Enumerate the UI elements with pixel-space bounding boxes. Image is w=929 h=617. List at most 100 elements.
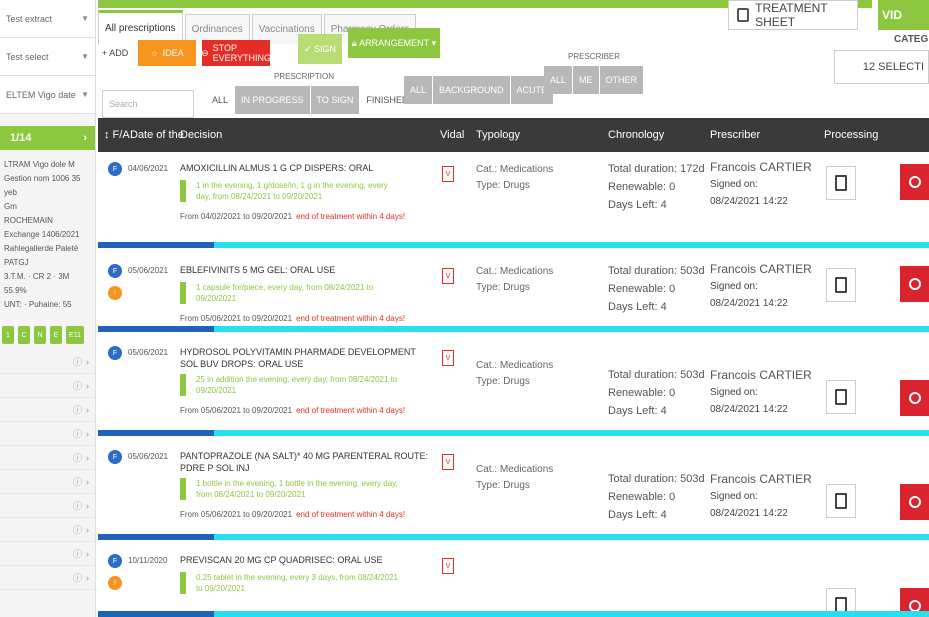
stop-prescription-button[interactable] [900, 484, 929, 520]
prescriber-filter-me[interactable]: ME [573, 66, 600, 94]
patient-info-line: PATGJ [4, 258, 29, 267]
view-document-button[interactable] [826, 380, 856, 414]
vidal-icon[interactable]: V [442, 166, 454, 182]
chevron-right-icon: › [86, 356, 89, 367]
drug-name[interactable]: HYDROSOL POLYVITAMIN PHARMADE DEVELOPMEN… [180, 346, 430, 370]
column-header-processing[interactable]: Processing [824, 129, 878, 141]
info-icon[interactable]: ⓘ [73, 523, 82, 536]
sidebar-select-2[interactable]: Test select ▼ [0, 38, 95, 76]
status-filter-all[interactable]: ALL [206, 86, 236, 114]
sidebar-list-row[interactable]: ⓘ › [0, 566, 95, 590]
search-input[interactable]: Search [102, 90, 194, 118]
sidebar-list-row[interactable]: ⓘ › [0, 518, 95, 542]
warning-icon: ! [108, 576, 122, 590]
info-icon[interactable]: ⓘ [73, 547, 82, 560]
sidebar-badge[interactable]: E [50, 326, 62, 344]
sidebar-list-row[interactable]: ⓘ › [0, 350, 95, 374]
info-icon[interactable]: ⓘ [73, 403, 82, 416]
vidal-icon[interactable]: V [442, 454, 454, 470]
chevron-down-icon: ▼ [81, 52, 89, 61]
vid-button[interactable]: VID [872, 0, 929, 30]
warning-icon: ! [108, 286, 122, 300]
sidebar-list-row[interactable]: ⓘ › [0, 494, 95, 518]
add-button[interactable]: + ADD [102, 40, 128, 66]
prescriber-filter-other[interactable]: OTHER [599, 66, 645, 94]
info-icon[interactable]: ⓘ [73, 427, 82, 440]
sidebar-badge[interactable]: N [34, 326, 46, 344]
chevron-right-icon: › [86, 380, 89, 391]
prescriber-name: Francois CARTIER [710, 160, 812, 174]
treatment-progress-bar [98, 326, 929, 332]
drug-name[interactable]: AMOXICILLIN ALMUS 1 G CP DISPERS: ORAL [180, 162, 430, 174]
table-row[interactable]: F ! 10/11/2020 PREVISCAN 20 MG CP QUADRI… [98, 544, 929, 617]
chevron-right-icon: › [86, 500, 89, 511]
prescriber-name: Francois CARTIER [710, 472, 812, 486]
sign-button[interactable]: ✓ SIGN [298, 34, 342, 64]
sidebar-list-row[interactable]: ⓘ › [0, 422, 95, 446]
table-row[interactable]: F 05/06/2021 PANTOPRAZOLE (NA SALT)* 40 … [98, 440, 929, 540]
column-header-vidal[interactable]: Vidal [440, 129, 464, 141]
info-icon[interactable]: ⓘ [73, 355, 82, 368]
type-filter-all[interactable]: ALL [404, 76, 434, 104]
tab-all-prescriptions[interactable]: All prescriptions [98, 10, 183, 44]
table-row[interactable]: F 04/06/2021 AMOXICILLIN ALMUS 1 G CP DI… [98, 152, 929, 248]
stop-everything-button[interactable]: ⊖ STOP EVERYTHING [201, 40, 271, 66]
vidal-icon[interactable]: V [442, 350, 454, 366]
table-row[interactable]: F ! 05/06/2021 EBLEFIVINITS 5 MG GEL: OR… [98, 254, 929, 332]
idea-button[interactable]: ☼ IDEA [138, 40, 196, 66]
info-icon[interactable]: ⓘ [73, 475, 82, 488]
stop-prescription-button[interactable] [900, 266, 929, 302]
table-row[interactable]: F 05/06/2021 HYDROSOL POLYVITAMIN PHARMA… [98, 336, 929, 436]
type-filter: ALL BACKGROUND ACUTE [404, 76, 555, 104]
stop-prescription-button[interactable] [900, 380, 929, 416]
stop-prescription-button[interactable] [900, 164, 929, 200]
status-filter-to-sign[interactable]: TO SIGN [310, 86, 361, 114]
chevron-down-icon: ▾ [431, 37, 437, 48]
drug-name[interactable]: PREVISCAN 20 MG CP QUADRISEC: ORAL USE [180, 554, 430, 566]
patient-counter[interactable]: 1/14 › [0, 126, 95, 150]
treatment-sheet-button[interactable]: TREATMENT SHEET [728, 0, 858, 30]
signed-date: 08/24/2021 14:22 [710, 298, 788, 309]
sidebar-badge[interactable]: E11 [66, 326, 84, 344]
view-document-button[interactable] [826, 484, 856, 518]
column-header-date[interactable]: Date of the [130, 129, 184, 141]
drug-name[interactable]: PANTOPRAZOLE (NA SALT)* 40 MG PARENTERAL… [180, 450, 430, 474]
sidebar-badge[interactable]: 1 [2, 326, 14, 344]
sidebar-list-row[interactable]: ⓘ › [0, 470, 95, 494]
column-header-typology[interactable]: Typology [476, 129, 520, 141]
status-filter-in-progress[interactable]: IN PROGRESS [235, 86, 311, 114]
sidebar-list-row[interactable]: ⓘ › [0, 398, 95, 422]
column-header-decision[interactable]: Decision [180, 129, 222, 141]
sidebar-list-row[interactable]: ⓘ › [0, 542, 95, 566]
vidal-icon[interactable]: V [442, 558, 454, 574]
lock-icon: 🔒︎ [351, 37, 357, 48]
info-icon[interactable]: ⓘ [73, 571, 82, 584]
dosage-text: 0.25 tablet in the evening, every 3 days… [180, 572, 400, 594]
typology-category: Cat.: Medications [476, 164, 554, 175]
dosage-text: 1 in the evening, 1 g/dose/in, 1 g in th… [180, 180, 400, 202]
sidebar-list-row[interactable]: ⓘ › [0, 446, 95, 470]
typology: Cat.: Medications Type: Drugs [476, 462, 553, 494]
vidal-icon[interactable]: V [442, 268, 454, 284]
sidebar-select-1[interactable]: Test extract ▼ [0, 0, 95, 38]
column-header-chronology[interactable]: Chronology [608, 129, 664, 141]
view-document-button[interactable] [826, 166, 856, 200]
arrangement-button[interactable]: 🔒︎ ARRANGEMENT ▾ [348, 28, 440, 58]
info-icon[interactable]: ⓘ [73, 499, 82, 512]
view-document-button[interactable] [826, 268, 856, 302]
drug-name[interactable]: EBLEFIVINITS 5 MG GEL: ORAL USE [180, 264, 430, 276]
sidebar-select-3[interactable]: ELTEM Vigo date ▼ [0, 76, 95, 114]
chronology: Total duration: 503d Renewable: 0 Days L… [608, 366, 705, 420]
sidebar-list-row[interactable]: ⓘ › [0, 374, 95, 398]
info-icon[interactable]: ⓘ [73, 451, 82, 464]
type-filter-background[interactable]: BACKGROUND [433, 76, 511, 104]
category-select[interactable]: 12 SELECTI [834, 50, 929, 84]
prescriber-filter-all[interactable]: ALL [544, 66, 574, 94]
chevron-right-icon: › [86, 404, 89, 415]
sidebar-badge[interactable]: C [18, 326, 30, 344]
info-icon[interactable]: ⓘ [73, 379, 82, 392]
column-header-fa[interactable]: ↕ F/A [104, 129, 130, 141]
column-header-prescriber[interactable]: Prescriber [710, 129, 760, 141]
end-warning: end of treatment within 4 days! [296, 314, 406, 323]
signed-label: Signed on: [710, 387, 758, 398]
